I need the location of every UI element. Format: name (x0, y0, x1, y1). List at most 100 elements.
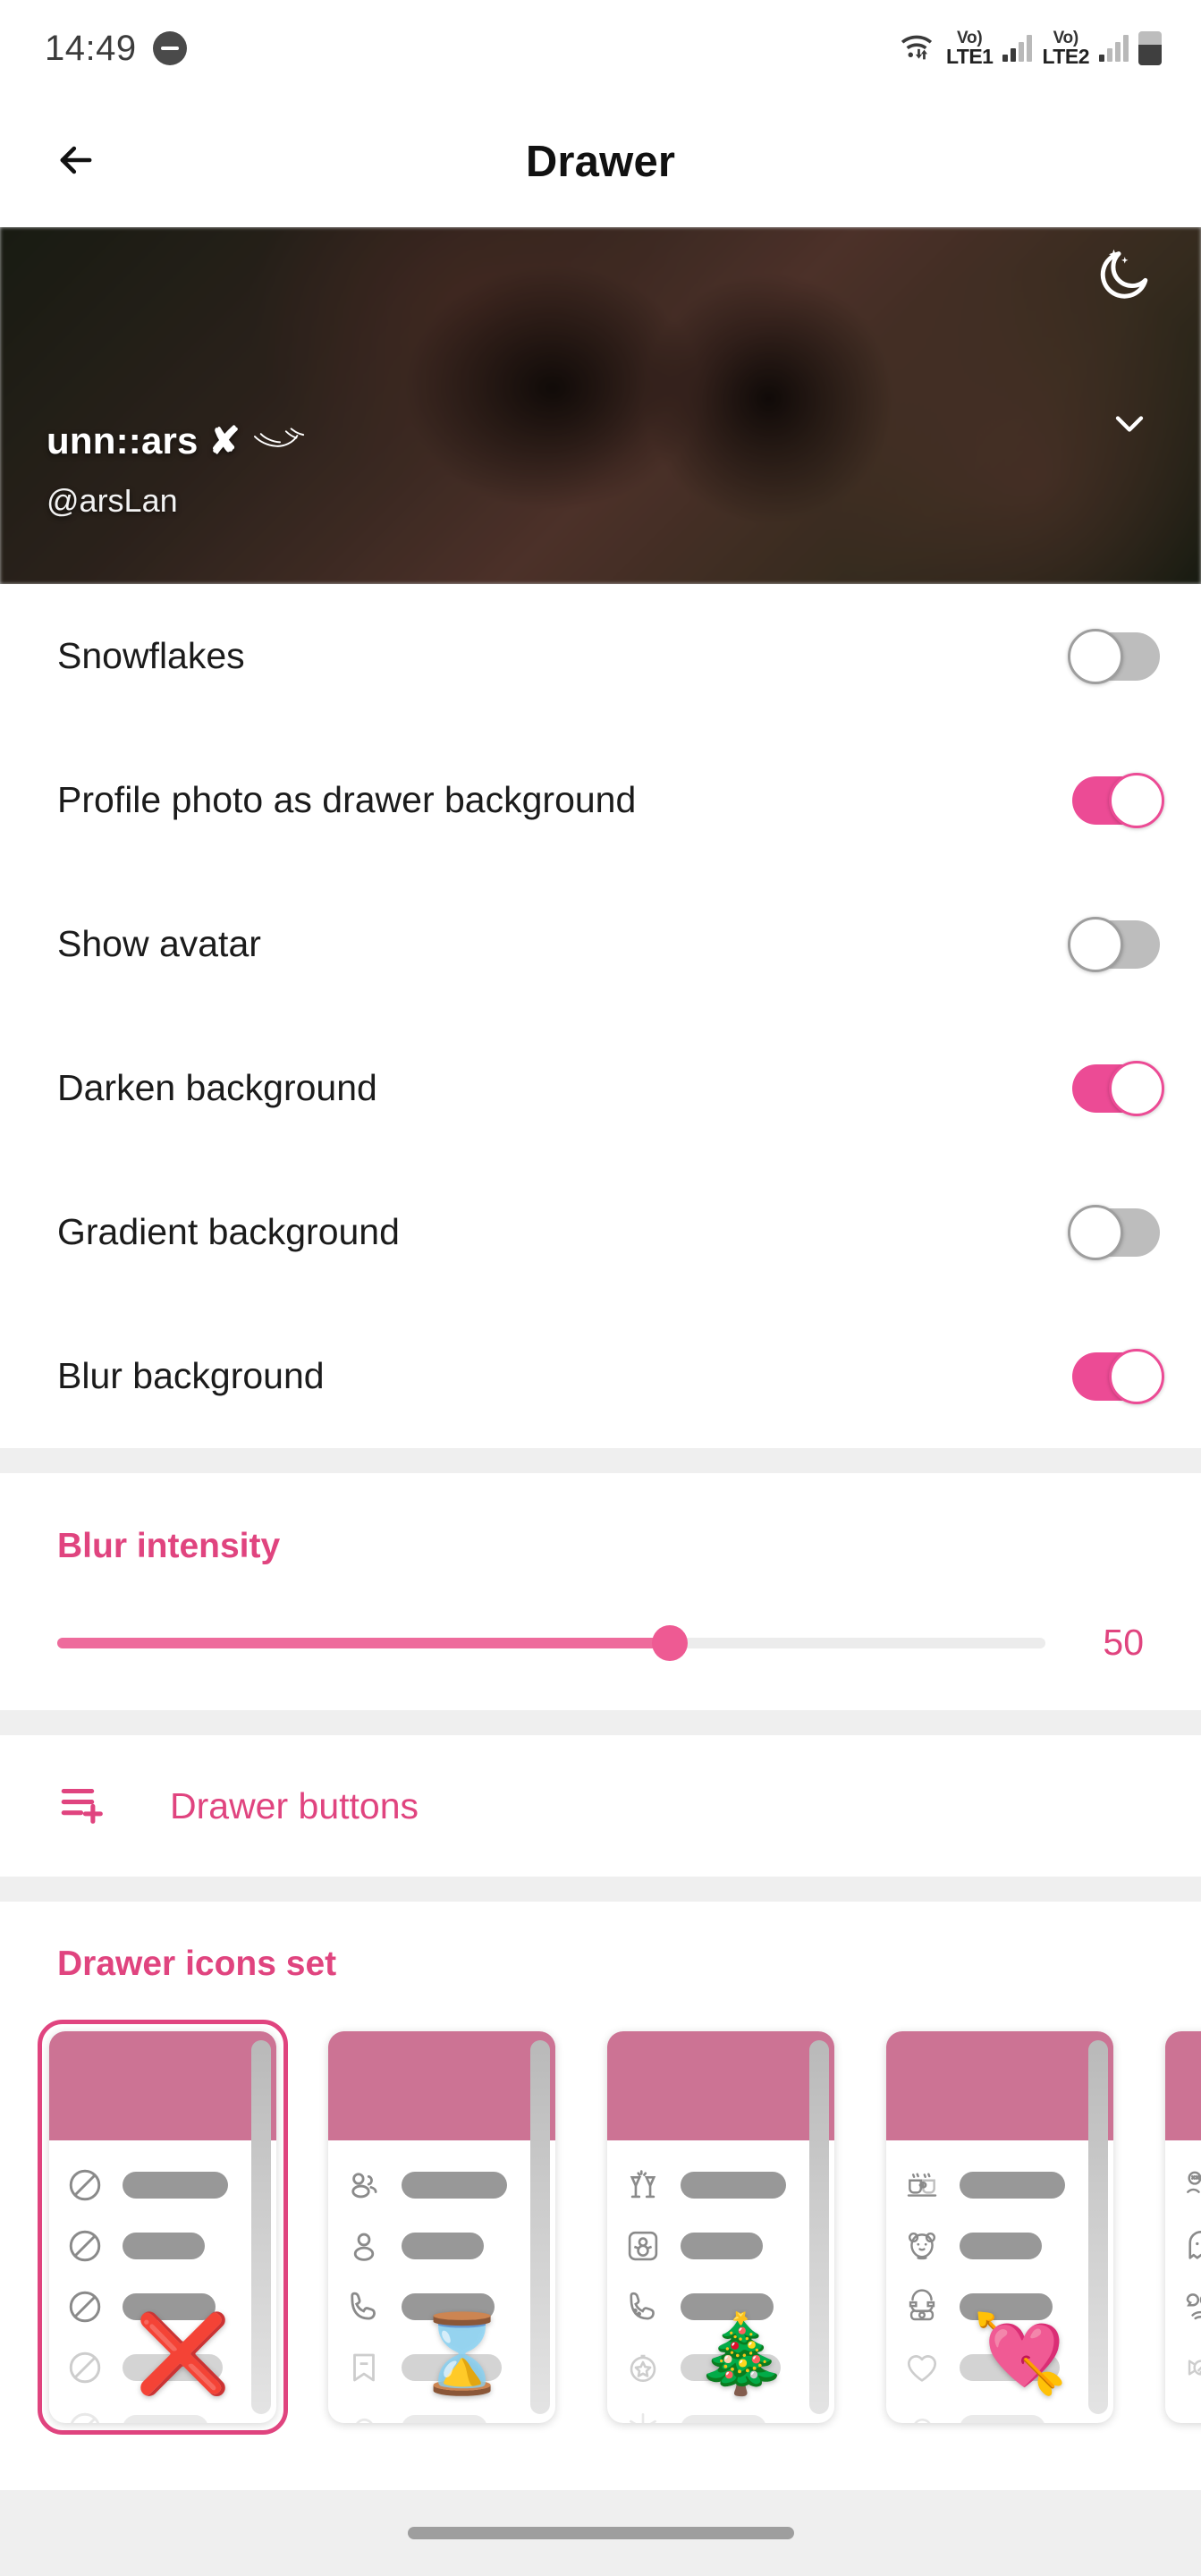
person-icon (344, 2226, 384, 2266)
icon-set-card-valentine[interactable]: 💘 (875, 2020, 1125, 2435)
preview-label-bar (402, 2172, 507, 2199)
setting-label: Blur background (57, 1355, 325, 1397)
icon-set-preview: ❌ (49, 2031, 276, 2423)
section-divider (0, 1877, 1201, 1902)
toggle-knob (1068, 1205, 1123, 1260)
setting-row-profile-photo-background[interactable]: Profile photo as drawer background (0, 728, 1201, 872)
champagne-glasses-icon (623, 2165, 663, 2205)
blur-intensity-slider[interactable] (57, 1638, 1045, 1648)
blur-intensity-title: Blur intensity (57, 1527, 1144, 1566)
page-title: Drawer (0, 137, 1201, 187)
blur-intensity-slider-row: 50 (57, 1622, 1144, 1664)
preview-rows (1165, 2140, 1201, 2423)
preview-row (344, 2409, 555, 2423)
preview-label-bar (123, 2233, 205, 2259)
rog-logo-icon (253, 423, 309, 458)
banner-dark-overlay (0, 227, 1201, 584)
banner-name-row: unn::ars ✘ (47, 419, 309, 462)
sim1-signal-bars (1002, 35, 1032, 62)
chevron-down-icon[interactable] (1106, 401, 1153, 452)
preview-row (1181, 2348, 1201, 2387)
setting-label: Show avatar (57, 923, 261, 965)
snowflakes-toggle[interactable] (1072, 632, 1160, 681)
section-divider (0, 1448, 1201, 1473)
preview-row (902, 2226, 1113, 2266)
darken-background-toggle[interactable] (1072, 1064, 1160, 1113)
icon-set-card-none[interactable]: ❌ (38, 2020, 288, 2435)
bat-icon (1181, 2409, 1201, 2423)
drawer-settings-list: Snowflakes Profile photo as drawer backg… (0, 584, 1201, 1448)
gradient-background-toggle[interactable] (1072, 1208, 1160, 1257)
preview-header (328, 2031, 555, 2140)
setting-label: Darken background (57, 1067, 377, 1109)
teddy-bear-icon (902, 2226, 942, 2266)
bookmark-icon (344, 2348, 384, 2387)
no-icon-circle-slash-icon (65, 2287, 105, 2326)
drawer-icons-set-section: Drawer icons set (0, 1902, 1201, 2490)
sim1-lte-label: LTE1 (946, 47, 994, 67)
blur-background-toggle[interactable] (1072, 1352, 1160, 1401)
preview-header (1165, 2031, 1201, 2140)
section-divider (0, 1710, 1201, 1735)
toggle-knob (1068, 917, 1123, 972)
profile-display-name: unn::ars ✘ (47, 419, 241, 462)
blur-intensity-value: 50 (1081, 1622, 1144, 1664)
setting-row-snowflakes[interactable]: Snowflakes (0, 584, 1201, 728)
sim2-lte-label: LTE2 (1042, 47, 1089, 67)
snowflake-icon (623, 2409, 663, 2423)
icon-set-card-halloween[interactable]: 🎃 (1154, 2020, 1201, 2435)
playlist-add-icon (57, 1778, 109, 1835)
preview-label-bar (960, 2415, 1045, 2423)
icon-set-card-new-year[interactable]: 🎄 (596, 2020, 846, 2435)
phone-icon (344, 2287, 384, 2326)
preview-header (886, 2031, 1113, 2140)
festive-phone-icon (623, 2287, 663, 2326)
ornament-star-icon (623, 2348, 663, 2387)
no-icon-circle-slash-icon (65, 2348, 105, 2387)
preview-label-bar (681, 2415, 766, 2423)
gesture-nav-pill[interactable] (408, 2527, 794, 2539)
profile-banner[interactable]: unn::ars ✘ @arsLan (0, 227, 1201, 584)
preview-label-bar (681, 2172, 786, 2199)
drawer-buttons-row[interactable]: Drawer buttons (0, 1735, 1201, 1877)
icon-set-preview: 🎃 (1165, 2031, 1201, 2423)
toggle-knob (1068, 629, 1123, 684)
setting-row-darken-background[interactable]: Darken background (0, 1016, 1201, 1160)
preview-row (1181, 2409, 1201, 2423)
icon-set-card-default[interactable]: ⌛ (317, 2020, 567, 2435)
setting-row-gradient-background[interactable]: Gradient background (0, 1160, 1201, 1304)
preview-header (49, 2031, 276, 2140)
gesture-nav-bar (0, 2490, 1201, 2576)
drawer-icons-set-title: Drawer icons set (0, 1945, 1201, 1984)
cloud-heart-icon (902, 2409, 942, 2423)
retro-phone-icon (902, 2287, 942, 2326)
back-button[interactable] (27, 137, 125, 188)
status-bar-left: 14:49 (45, 29, 187, 69)
preview-row (902, 2409, 1113, 2423)
wifi-data-icon (897, 29, 936, 69)
preview-row (902, 2165, 1113, 2205)
preview-label-bar (960, 2233, 1042, 2259)
setting-row-show-avatar[interactable]: Show avatar (0, 872, 1201, 1016)
night-mode-moon-icon[interactable] (1092, 243, 1154, 310)
profile-photo-background-toggle[interactable] (1072, 776, 1160, 825)
preview-label-bar (402, 2233, 484, 2259)
preview-row (623, 2226, 834, 2266)
cross-mark-emoji: ❌ (135, 2316, 231, 2393)
slider-thumb[interactable] (652, 1625, 688, 1661)
preview-row (65, 2409, 276, 2423)
no-icon-circle-slash-icon (65, 2226, 105, 2266)
icon-set-preview: 🎄 (607, 2031, 834, 2423)
banner-profile-text: unn::ars ✘ @arsLan (47, 419, 309, 520)
hourglass-emoji: ⌛ (414, 2316, 510, 2393)
sim2-signal-bars (1099, 35, 1129, 62)
icon-set-preview: ⌛ (328, 2031, 555, 2423)
setting-row-blur-background[interactable]: Blur background (0, 1304, 1201, 1448)
preview-label-bar (960, 2172, 1065, 2199)
skull-potion-icon (1181, 2165, 1201, 2205)
status-clock: 14:49 (45, 29, 137, 69)
battery-icon (1138, 31, 1162, 65)
heart-icon (902, 2348, 942, 2387)
love-cups-icon (902, 2165, 942, 2205)
show-avatar-toggle[interactable] (1072, 920, 1160, 969)
